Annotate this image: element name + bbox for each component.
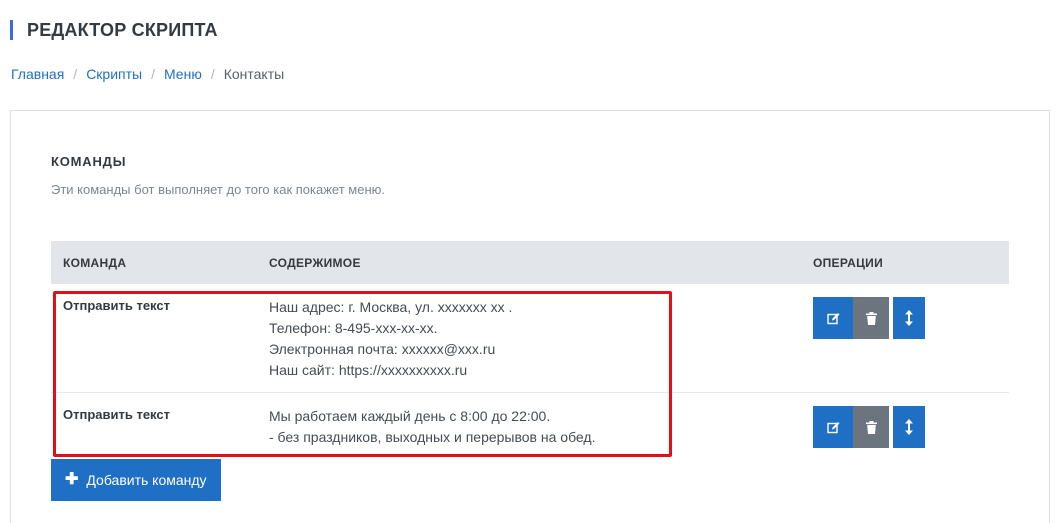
section-title: КОМАНДЫ xyxy=(51,154,127,169)
breadcrumb-current: Контакты xyxy=(223,66,285,82)
table-row: Отправить текст Наш адрес: г. Москва, ул… xyxy=(51,284,1009,393)
section-description: Эти команды бот выполняет до того как по… xyxy=(51,182,385,197)
command-content: Мы работаем каждый день с 8:00 до 22:00.… xyxy=(269,406,595,448)
column-header-command: КОМАНДА xyxy=(63,256,127,270)
add-command-label: Добавить команду xyxy=(86,472,207,488)
commands-card: КОМАНДЫ Эти команды бот выполняет до тог… xyxy=(10,110,1050,523)
move-button[interactable] xyxy=(893,297,925,339)
breadcrumb-separator: / xyxy=(73,66,78,82)
content-line: Телефон: 8-495-xxx-xx-xx. xyxy=(269,320,438,336)
add-command-button[interactable]: ✚ Добавить команду xyxy=(51,459,221,501)
table-row: Отправить текст Мы работаем каждый день … xyxy=(51,393,1009,459)
delete-button[interactable] xyxy=(853,406,889,448)
command-content: Наш адрес: г. Москва, ул. xxxxxxx xx . Т… xyxy=(269,297,512,381)
move-vertical-icon xyxy=(905,419,913,435)
edit-button[interactable] xyxy=(813,297,853,339)
edit-button[interactable] xyxy=(813,406,853,448)
command-type: Отправить текст xyxy=(63,298,170,313)
content-line: Наш адрес: г. Москва, ул. xxxxxxx xx . xyxy=(269,299,513,315)
edit-icon xyxy=(826,312,839,324)
row-operations xyxy=(813,406,925,448)
breadcrumb-scripts-link[interactable]: Скрипты xyxy=(86,66,142,82)
command-type: Отправить текст xyxy=(63,407,170,422)
breadcrumb-separator: / xyxy=(151,66,155,82)
column-header-operations: ОПЕРАЦИИ xyxy=(813,256,883,270)
content-line: Наш сайт: https://xxxxxxxxxx.ru xyxy=(269,362,468,378)
breadcrumb-menu-link[interactable]: Меню xyxy=(164,66,202,82)
column-header-content: СОДЕРЖИМОЕ xyxy=(269,256,361,270)
move-vertical-icon xyxy=(905,310,913,326)
content-line: Электронная почта: xxxxxx@xxx.ru xyxy=(269,341,496,357)
plus-icon: ✚ xyxy=(65,471,79,488)
breadcrumb-separator: / xyxy=(210,66,215,82)
trash-icon xyxy=(865,311,877,325)
trash-icon xyxy=(865,420,877,434)
table-header: КОМАНДА СОДЕРЖИМОЕ ОПЕРАЦИИ xyxy=(51,241,1009,284)
row-operations xyxy=(813,297,925,339)
content-line: - без праздников, выходных и перерывов н… xyxy=(269,429,596,445)
edit-icon xyxy=(826,421,839,433)
breadcrumb: Главная / Скрипты / Меню / Контакты xyxy=(11,66,284,82)
breadcrumb-home-link[interactable]: Главная xyxy=(11,66,64,82)
commands-table: КОМАНДА СОДЕРЖИМОЕ ОПЕРАЦИИ Отправить те… xyxy=(51,241,1009,459)
move-button[interactable] xyxy=(893,406,925,448)
delete-button[interactable] xyxy=(853,297,889,339)
content-line: Мы работаем каждый день с 8:00 до 22:00. xyxy=(269,408,551,424)
page-title: РЕДАКТОР СКРИПТА xyxy=(10,20,218,40)
